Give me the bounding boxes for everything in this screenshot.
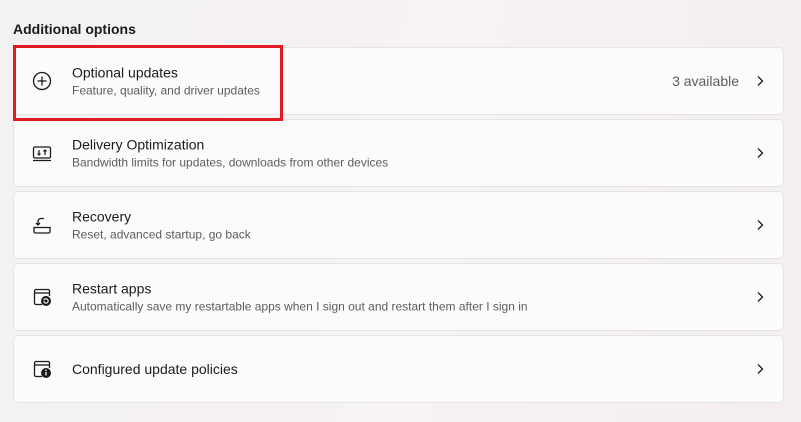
item-title: Delivery Optimization [72,136,205,153]
item-subtitle: Bandwidth limits for updates, downloads … [72,155,389,170]
chevron-right-icon [754,363,766,375]
item-title: Configured update policies [72,361,238,377]
status-text: 3 available [672,73,739,89]
item-subtitle: Reset, advanced startup, go back [72,227,251,242]
delivery-optimization-icon [31,142,53,164]
policy-info-icon [31,358,53,380]
highlight-box [13,45,283,121]
restart-apps-icon [31,286,53,308]
item-title: Restart apps [72,280,152,297]
chevron-right-icon [754,75,766,87]
delivery-optimization-item[interactable]: Delivery Optimization Bandwidth limits f… [13,119,784,187]
section-title: Additional options [13,21,136,37]
restart-apps-item[interactable]: Restart apps Automatically save my resta… [13,263,784,331]
configured-update-policies-item[interactable]: Configured update policies [13,335,784,403]
recovery-item[interactable]: Recovery Reset, advanced startup, go bac… [13,191,784,259]
recovery-icon [31,214,53,236]
chevron-right-icon [754,291,766,303]
chevron-right-icon [754,219,766,231]
chevron-right-icon [754,147,766,159]
item-subtitle: Automatically save my restartable apps w… [72,299,528,314]
item-title: Recovery [72,208,132,225]
